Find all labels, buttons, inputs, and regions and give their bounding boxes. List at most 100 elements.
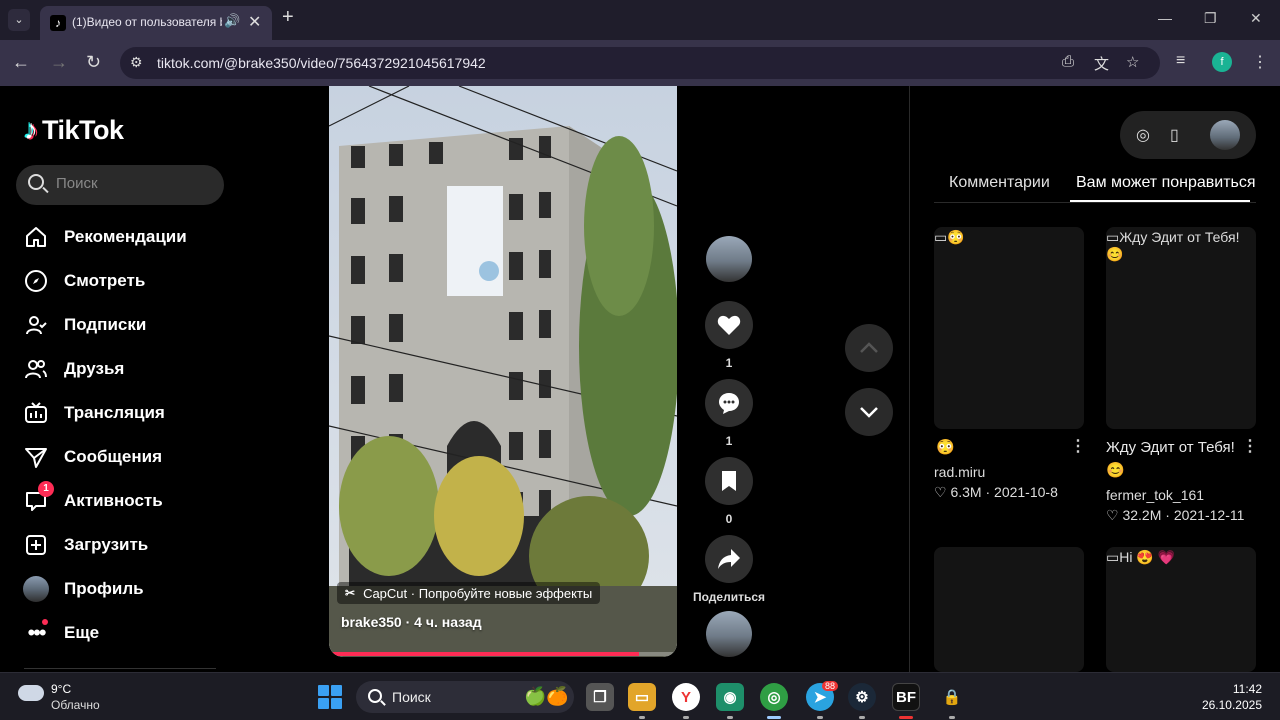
card-more-icon[interactable]: ⋮ — [1242, 436, 1258, 456]
sidebar-item-upload[interactable]: Загрузить — [22, 529, 222, 561]
restore-button[interactable]: ❐ — [1204, 10, 1217, 27]
sound-avatar[interactable] — [706, 611, 752, 657]
tab-you-may-like[interactable]: Вам может понравиться — [1076, 174, 1256, 192]
forward-button[interactable]: → — [50, 52, 68, 73]
lock-app-icon[interactable]: 🔒 — [938, 683, 966, 711]
speaker-icon[interactable]: 🔊 — [224, 13, 240, 29]
sidebar-item-activity[interactable]: 1 Активность — [22, 481, 222, 517]
translate-icon[interactable]: 文 — [1094, 53, 1109, 74]
sidebar-item-live[interactable]: Трансляция — [22, 397, 222, 429]
sidebar-item-label: Еще — [64, 623, 100, 642]
comment-button[interactable] — [705, 379, 753, 427]
sidebar-item-more[interactable]: ••• Еще — [22, 617, 222, 649]
tiktok-logo[interactable]: ♪ TikTok — [24, 112, 124, 148]
tab-search-chevron-icon[interactable]: ⌄ — [8, 9, 30, 31]
card-thumbnail-alt: ▭😳 — [934, 229, 965, 245]
minimize-button[interactable]: — — [1158, 10, 1172, 26]
sidebar-item-label: Сообщения — [64, 447, 162, 466]
taskbar-search[interactable]: Поиск 🍏🍊 — [356, 681, 574, 713]
card-date: 2021-12-11 — [1173, 507, 1245, 523]
video-card[interactable]: ▭Жду Эдит от Тебя! 😊 — [1106, 227, 1256, 429]
video-card[interactable] — [934, 547, 1084, 672]
taskbar-search-label: Поиск — [392, 689, 431, 705]
card-title[interactable]: Жду Эдит от Тебя! — [1106, 439, 1235, 456]
save-count: 0 — [725, 512, 733, 526]
sidebar-item-label: Трансляция — [64, 403, 165, 422]
weather-temperature[interactable]: 9°C — [51, 682, 71, 696]
card-likes: 32.2M — [1122, 507, 1162, 523]
running-indicator — [683, 716, 689, 719]
like-button[interactable] — [705, 301, 753, 349]
video-author-time[interactable]: brake350 · 4 ч. назад — [341, 614, 482, 630]
share-button[interactable] — [705, 535, 753, 583]
tab-close-icon[interactable]: ✕ — [248, 12, 261, 32]
new-tab-button[interactable]: + — [282, 6, 294, 29]
reload-button[interactable]: ↻ — [86, 52, 101, 73]
chat-app-icon[interactable]: ◉ — [716, 683, 744, 711]
user-avatar[interactable] — [1210, 120, 1240, 150]
yandex-browser-icon[interactable]: Y — [672, 683, 700, 711]
task-view-icon[interactable]: ❐ — [586, 683, 614, 711]
weather-condition[interactable]: Облачно — [51, 698, 100, 712]
card-thumbnail-alt: ▭Hi 😍 💗 — [1106, 549, 1176, 565]
windows-start-icon[interactable] — [318, 685, 342, 709]
search-input[interactable] — [56, 175, 216, 192]
sidebar-item-explore[interactable]: Смотреть — [22, 265, 222, 297]
install-app-icon[interactable]: ⎙ — [1062, 53, 1074, 70]
video-card[interactable]: ▭Hi 😍 💗 — [1106, 547, 1256, 672]
previous-video-button[interactable] — [845, 324, 893, 372]
browser-profile-avatar[interactable]: f — [1212, 52, 1232, 72]
top-right-controls: ◎ ▯ — [1120, 111, 1256, 159]
running-indicator — [817, 716, 823, 719]
cloud-icon[interactable] — [18, 685, 44, 701]
bookmark-star-icon[interactable]: ☆ — [1126, 53, 1139, 71]
sidebar-item-friends[interactable]: Друзья — [22, 353, 222, 385]
url-text[interactable]: tiktok.com/@brake350/video/7564372921045… — [157, 55, 486, 71]
save-button[interactable] — [705, 457, 753, 505]
card-more-icon[interactable]: ⋮ — [1070, 436, 1086, 456]
video-card[interactable]: ▭😳 — [934, 227, 1084, 429]
sidebar-item-recommendations[interactable]: Рекомендации — [22, 221, 222, 253]
chevron-up-icon — [860, 342, 878, 353]
author-avatar[interactable] — [706, 236, 752, 282]
search-box[interactable] — [16, 165, 224, 205]
file-explorer-icon[interactable]: ▭ — [628, 683, 656, 711]
card-author[interactable]: rad.miru — [934, 464, 985, 480]
close-window-button[interactable]: ✕ — [1250, 10, 1262, 27]
video-progress-bar[interactable] — [329, 652, 677, 656]
browser-toolbar: ← → ↻ ⚙ tiktok.com/@brake350/video/75643… — [0, 40, 1280, 86]
steam-icon[interactable]: ⚙ — [848, 683, 876, 711]
mobile-icon[interactable]: ▯ — [1170, 125, 1179, 145]
address-bar[interactable]: ⚙ tiktok.com/@brake350/video/75643729210… — [120, 47, 1160, 79]
card-meta: ♡ 32.2M · 2021-12-11 — [1106, 507, 1244, 524]
card-author[interactable]: fermer_tok_161 — [1106, 487, 1204, 503]
capcut-effects-bar[interactable]: ✂ CapCut · Попробуйте новые эффекты — [337, 582, 601, 604]
back-button[interactable]: ← — [12, 52, 30, 73]
more-notification-dot — [42, 619, 48, 625]
video-player[interactable]: ✂ CapCut · Попробуйте новые эффекты brak… — [329, 86, 677, 657]
bookmark-icon — [722, 471, 736, 491]
browser-tab[interactable]: ♪ (1)Видео от пользователя brake350 🔊 ✕ — [40, 6, 272, 40]
following-icon — [22, 311, 50, 339]
tab-comments[interactable]: Комментарии — [949, 174, 1050, 192]
fruit-icon: 🍏🍊 — [524, 686, 569, 706]
sidebar-item-label: Друзья — [64, 359, 125, 378]
share-arrow-icon — [718, 549, 740, 569]
media-controls-icon[interactable]: ≡ — [1176, 52, 1185, 70]
telegram-badge: 88 — [822, 681, 839, 691]
clock-time[interactable]: 11:42 — [1226, 682, 1262, 696]
sidebar-item-messages[interactable]: Сообщения — [22, 441, 222, 473]
sidebar-item-profile[interactable]: Профиль — [22, 573, 222, 605]
browser-menu-icon[interactable]: ⋮ — [1252, 52, 1268, 72]
chrome-icon[interactable]: ◎ — [760, 683, 788, 711]
right-panel-divider — [909, 86, 910, 676]
bf-app-icon[interactable]: BF — [892, 683, 920, 711]
tiktok-app-icon[interactable]: ◎ — [1136, 125, 1150, 145]
card-title[interactable]: 😳 — [936, 438, 955, 456]
next-video-button[interactable] — [845, 388, 893, 436]
sidebar-item-following[interactable]: Подписки — [22, 309, 222, 341]
clock-date[interactable]: 26.10.2025 — [1198, 698, 1262, 712]
heart-outline-icon: ♡ — [1106, 507, 1119, 523]
tiktok-note-icon: ♪ — [24, 114, 38, 145]
site-info-icon[interactable]: ⚙ — [130, 54, 143, 71]
